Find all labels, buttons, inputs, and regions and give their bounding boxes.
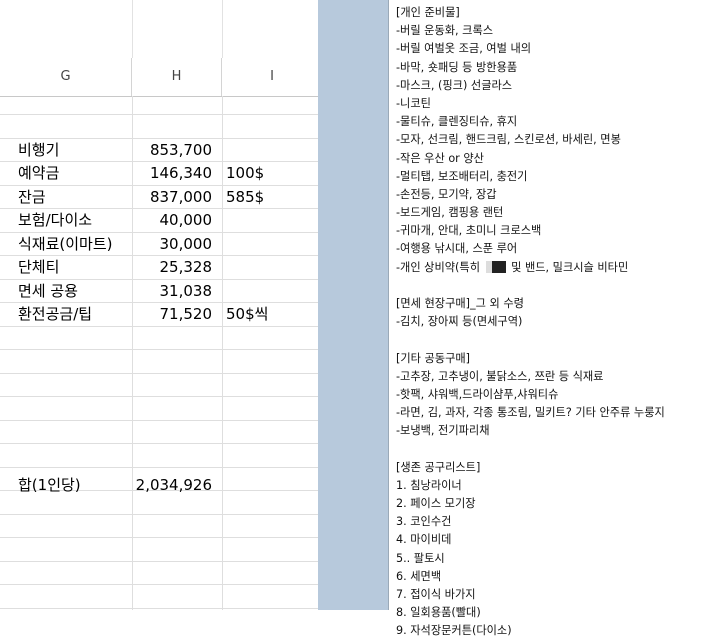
redaction-block — [485, 260, 506, 273]
cell-label[interactable]: 식재료(이마트) — [18, 232, 113, 256]
total-amount[interactable]: 2,034,926 — [132, 473, 212, 497]
cell-label[interactable]: 보험/다이소 — [18, 208, 92, 232]
column-header-row: G H I — [0, 58, 322, 97]
note-text: 및 밴드, 밀크시슬 비타민 — [507, 260, 629, 274]
note-line: [기타 공동구매] — [396, 351, 471, 365]
note-line: -니코틴 — [396, 96, 431, 110]
note-line: 5.. 팔토시 — [396, 551, 445, 565]
note-line: -고추장, 고추냉이, 불닭소스, 쯔란 등 식재료 — [396, 369, 604, 383]
note-line: -모자, 선크림, 핸드크림, 스킨로션, 바세린, 면봉 — [396, 133, 621, 147]
note-line: 8. 일회용품(빨대) — [396, 606, 481, 620]
note-line — [396, 331, 710, 349]
note-line: 1. 침낭라이너 — [396, 478, 462, 492]
cell-amount[interactable]: 71,520 — [132, 302, 213, 326]
note-line: 6. 세면백 — [396, 569, 442, 583]
note-line: 7. 접이식 바가지 — [396, 588, 476, 601]
cell-amount[interactable]: 25,328 — [132, 255, 213, 279]
cell-amount[interactable]: 853,700 — [132, 138, 212, 162]
note-line: -라면, 김, 과자, 각종 통조림, 밀키트? 기타 안주류 누룽지 — [396, 406, 665, 420]
note-line: 2. 페이스 모기장 — [396, 497, 476, 511]
cell-label[interactable]: 환전공금/팁 — [18, 302, 92, 326]
total-label[interactable]: 합(1인당) — [18, 473, 81, 497]
note-line: [생존 공구리스트] — [396, 460, 481, 474]
note-line: -멀티탭, 보조배터리, 충전기 — [396, 169, 528, 183]
note-line — [396, 277, 710, 295]
note-line: 4. 마이비데 — [396, 533, 452, 547]
cell-amount[interactable]: 146,340 — [132, 161, 212, 185]
note-line: [면세 현장구매]_그 외 수령 — [396, 297, 524, 310]
cell-label[interactable]: 잔금 — [18, 185, 46, 209]
note-line: 3. 코인수건 — [396, 515, 452, 529]
note-line: -귀마개, 안대, 초미니 크로스백 — [396, 224, 542, 238]
note-line — [396, 441, 710, 459]
note-text: -개인 상비약(특히 — [396, 260, 484, 274]
cell-note[interactable]: 50$씩 — [226, 302, 268, 326]
cell-amount[interactable]: 31,038 — [132, 279, 213, 303]
cell-label[interactable]: 면세 공용 — [18, 279, 78, 303]
note-line-medicine: -개인 상비약(특히 및 밴드, 밀크시슬 비타민 — [396, 259, 710, 277]
memo-panel[interactable]: [개인 준비물] -버릴 운동화, 크록스 -버릴 여벌옷 조금, 여벌 내의 … — [388, 0, 710, 637]
ribbon-area — [0, 0, 322, 59]
cell-amount[interactable]: 30,000 — [132, 232, 213, 256]
note-line: -여행용 낚시대, 스푼 루어 — [396, 242, 518, 256]
note-line: -핫팩, 샤워백,드라이샴푸,샤워티슈 — [396, 387, 559, 401]
note-line: -버릴 운동화, 크록스 — [396, 24, 494, 38]
note-line: -손전등, 모기약, 장갑 — [396, 187, 497, 201]
note-line: -김치, 장아찌 등(면세구역) — [396, 315, 523, 329]
note-line: -보드게임, 캠핑용 랜턴 — [396, 206, 504, 220]
spreadsheet: G H I 비행기 853,700 예약금 146,340 100$ 잔금 83… — [0, 0, 322, 610]
column-header-i[interactable]: I — [222, 58, 322, 96]
note-line: -버릴 여벌옷 조금, 여벌 내의 — [396, 42, 532, 56]
column-header-g[interactable]: G — [0, 58, 132, 96]
note-line: -마스크, (핑크) 선글라스 — [396, 78, 513, 92]
note-line: 9. 자석장문커튼(다이소) — [396, 624, 512, 638]
cell-note[interactable]: 100$ — [226, 161, 264, 185]
note-line: -물티슈, 클렌징티슈, 휴지 — [396, 115, 518, 129]
cell-note[interactable]: 585$ — [226, 185, 264, 209]
note-line: [개인 준비물] — [396, 6, 460, 19]
cell-amount[interactable]: 40,000 — [132, 208, 213, 232]
cell-label[interactable]: 비행기 — [18, 138, 59, 162]
cell-label[interactable]: 단체티 — [18, 255, 59, 279]
note-line: -바막, 숏패딩 등 방한용품 — [396, 60, 518, 74]
column-header-h[interactable]: H — [132, 58, 222, 96]
cell-amount[interactable]: 837,000 — [132, 185, 212, 209]
note-line: -작은 우산 or 양산 — [396, 151, 484, 165]
cell-label[interactable]: 예약금 — [18, 161, 59, 185]
note-line: -보냉백, 전기파리채 — [396, 424, 490, 438]
